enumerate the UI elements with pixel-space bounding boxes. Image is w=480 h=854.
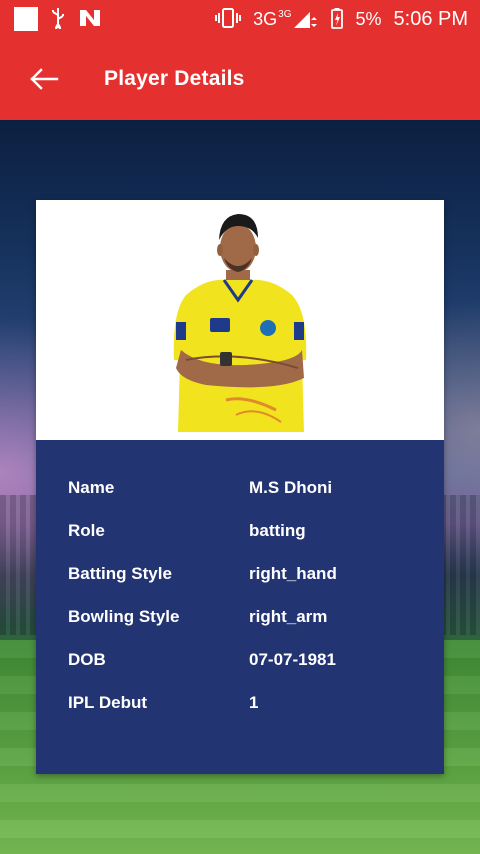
- detail-label: IPL Debut: [68, 693, 148, 712]
- network-sup-label: 3G: [278, 8, 292, 20]
- detail-row-batting-style: Batting Style right_hand: [68, 564, 412, 607]
- player-card: Name M.S Dhoni Role batting Batting Styl…: [36, 200, 444, 774]
- page-title: Player Details: [104, 67, 245, 90]
- status-time: 5:06 PM: [393, 7, 468, 30]
- detail-row-name: Name M.S Dhoni: [68, 478, 412, 521]
- n-logo-icon: [78, 8, 102, 31]
- status-right: 3G 3G 5% 5:06 PM: [215, 7, 468, 32]
- arrow-left-icon: [30, 68, 59, 90]
- detail-row-role: Role batting: [68, 521, 412, 564]
- player-image: [173, 214, 307, 432]
- detail-value: right_hand: [249, 564, 337, 583]
- detail-label: Bowling Style: [68, 607, 180, 626]
- network-label: 3G: [253, 8, 278, 29]
- signal-icon: [293, 11, 317, 28]
- player-details-panel: Name M.S Dhoni Role batting Batting Styl…: [36, 440, 444, 774]
- detail-label: Role: [68, 521, 105, 540]
- detail-value: right_arm: [249, 607, 328, 626]
- network-type: 3G 3G: [253, 9, 317, 30]
- detail-value: batting: [249, 521, 306, 540]
- battery-percent: 5%: [355, 8, 382, 29]
- app-bar: Player Details: [0, 38, 480, 120]
- battery-icon: [330, 7, 344, 32]
- status-bar: 3G 3G 5% 5:06 PM: [0, 0, 480, 38]
- player-photo: [36, 200, 444, 440]
- detail-value: 1: [249, 693, 259, 712]
- detail-label: Batting Style: [68, 564, 172, 583]
- back-button[interactable]: [14, 49, 74, 109]
- detail-row-bowling-style: Bowling Style right_arm: [68, 607, 412, 650]
- vibrate-icon: [215, 7, 242, 32]
- usb-icon: [50, 7, 66, 32]
- detail-label: DOB: [68, 650, 106, 669]
- notification-square-icon: [14, 7, 38, 31]
- detail-value: 07-07-1981: [249, 650, 336, 669]
- status-left: [14, 7, 102, 32]
- detail-row-dob: DOB 07-07-1981: [68, 650, 412, 693]
- detail-value: M.S Dhoni: [249, 478, 333, 497]
- detail-row-ipl-debut: IPL Debut 1: [68, 693, 412, 736]
- detail-label: Name: [68, 478, 115, 497]
